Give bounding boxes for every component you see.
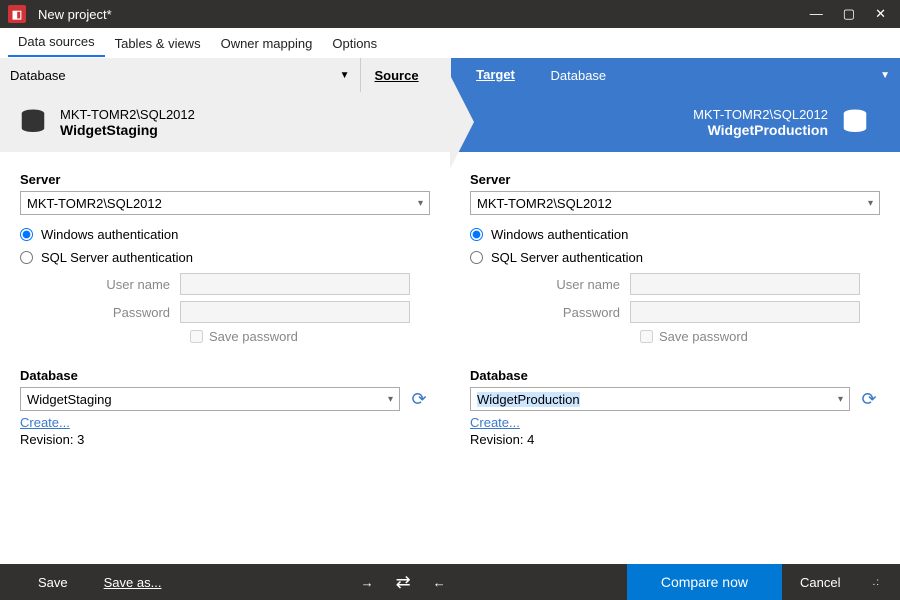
source-db-name: WidgetStaging xyxy=(60,122,195,138)
target-sqlauth-radio[interactable]: SQL Server authentication xyxy=(470,250,880,265)
create-link[interactable]: Create... xyxy=(470,415,520,430)
database-icon xyxy=(18,107,48,137)
server-heading: Server xyxy=(20,172,430,187)
server-heading: Server xyxy=(470,172,880,187)
window-title: New project* xyxy=(38,7,810,22)
minimize-button[interactable]: ― xyxy=(810,6,823,22)
target-savepw-checkbox: Save password xyxy=(640,329,880,344)
chevron-down-icon: ▾ xyxy=(868,198,873,209)
target-type-value: Database xyxy=(551,68,607,83)
create-link[interactable]: Create... xyxy=(20,415,70,430)
title-bar: ◧ New project* ― ▢ ✕ xyxy=(0,0,900,28)
tab-data-sources[interactable]: Data sources xyxy=(8,28,105,57)
target-winauth-radio[interactable]: Windows authentication xyxy=(470,227,880,242)
source-server-name: MKT-TOMR2\SQL2012 xyxy=(60,107,195,122)
source-label: Source xyxy=(361,58,451,92)
password-label: Password xyxy=(20,305,180,320)
resize-grip-icon[interactable]: .: xyxy=(872,577,880,588)
arrow-right-icon[interactable]: → xyxy=(361,575,374,590)
target-pane: Server MKT-TOMR2\SQL2012 ▾ Windows authe… xyxy=(450,172,900,564)
password-label: Password xyxy=(470,305,630,320)
database-heading: Database xyxy=(470,368,880,383)
menu-bar: Data sources Tables & views Owner mappin… xyxy=(0,28,900,58)
source-pane: Server MKT-TOMR2\SQL2012 ▾ Windows authe… xyxy=(0,172,450,564)
target-db-name: WidgetProduction xyxy=(693,122,828,138)
save-button[interactable]: Save xyxy=(20,564,86,600)
connection-banner: MKT-TOMR2\SQL2012 WidgetStaging MKT-TOMR… xyxy=(0,92,900,152)
chevron-down-icon: ▼ xyxy=(880,70,890,81)
chevron-down-icon: ▾ xyxy=(418,198,423,209)
arrow-left-icon[interactable]: ← xyxy=(433,575,446,590)
close-button[interactable]: ✕ xyxy=(875,6,886,22)
swap-icon[interactable]: ⇄ xyxy=(396,572,411,593)
username-label: User name xyxy=(470,277,630,292)
target-password-input xyxy=(630,301,860,323)
tab-tables-views[interactable]: Tables & views xyxy=(105,30,211,57)
compare-now-button[interactable]: Compare now xyxy=(627,564,782,600)
chevron-down-icon: ▼ xyxy=(340,70,350,81)
target-username-input xyxy=(630,273,860,295)
chevron-down-icon: ▾ xyxy=(388,394,393,405)
username-label: User name xyxy=(20,277,180,292)
target-database-dropdown[interactable]: WidgetProduction ▾ xyxy=(470,387,850,411)
app-icon: ◧ xyxy=(8,5,26,23)
tab-owner-mapping[interactable]: Owner mapping xyxy=(211,30,323,57)
save-as-button[interactable]: Save as... xyxy=(86,564,180,600)
target-type-dropdown[interactable]: Database ▼ xyxy=(551,68,891,83)
cancel-button[interactable]: Cancel xyxy=(782,564,858,600)
database-heading: Database xyxy=(20,368,430,383)
source-type-value: Database xyxy=(10,68,66,83)
refresh-icon[interactable]: ⟳ xyxy=(858,388,880,410)
chevron-down-icon: ▾ xyxy=(838,394,843,405)
footer-bar: Save Save as... → ⇄ ← Compare now Cancel… xyxy=(0,564,900,600)
target-revision: Revision: 4 xyxy=(470,432,880,447)
source-revision: Revision: 3 xyxy=(20,432,430,447)
source-sqlauth-radio[interactable]: SQL Server authentication xyxy=(20,250,430,265)
target-server-name: MKT-TOMR2\SQL2012 xyxy=(693,107,828,122)
tab-options[interactable]: Options xyxy=(322,30,387,57)
source-username-input xyxy=(180,273,410,295)
source-database-dropdown[interactable]: WidgetStaging ▾ xyxy=(20,387,400,411)
database-icon xyxy=(840,107,870,137)
target-server-dropdown[interactable]: MKT-TOMR2\SQL2012 ▾ xyxy=(470,191,880,215)
source-type-dropdown[interactable]: Database ▼ xyxy=(10,68,350,83)
refresh-icon[interactable]: ⟳ xyxy=(408,388,430,410)
maximize-button[interactable]: ▢ xyxy=(843,6,855,22)
source-savepw-checkbox: Save password xyxy=(190,329,430,344)
source-server-dropdown[interactable]: MKT-TOMR2\SQL2012 ▾ xyxy=(20,191,430,215)
source-password-input xyxy=(180,301,410,323)
source-winauth-radio[interactable]: Windows authentication xyxy=(20,227,430,242)
